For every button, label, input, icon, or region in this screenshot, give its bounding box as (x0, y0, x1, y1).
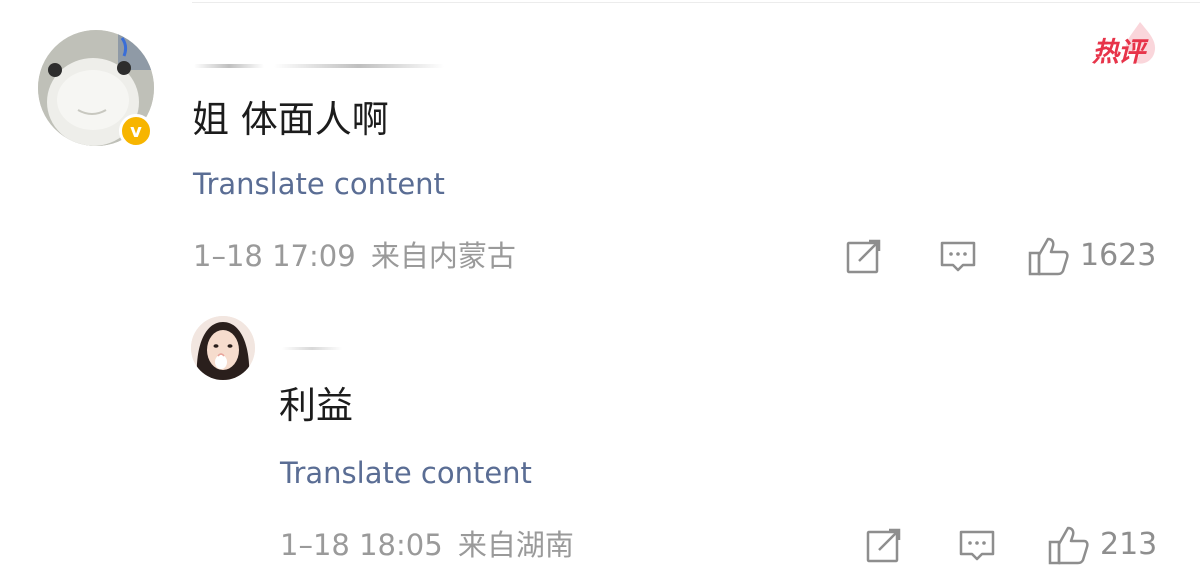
reply-avatar[interactable] (191, 316, 255, 380)
share-icon (866, 528, 901, 563)
comment-actions: 1623 (0, 233, 1200, 279)
comment-icon (940, 241, 976, 272)
username-blurred[interactable] (194, 58, 444, 72)
reply-text: 利益 (279, 384, 353, 427)
like-count: 1623 (1080, 238, 1157, 273)
hot-label: 热评 (1092, 37, 1145, 68)
share-button[interactable] (845, 233, 883, 279)
reply-share-button[interactable] (865, 522, 903, 568)
reply-username-blurred[interactable] (282, 344, 342, 354)
translate-content-link[interactable]: Translate content (193, 164, 445, 204)
like-button[interactable]: 1623 (1028, 233, 1156, 279)
reply-like-button[interactable]: 213 (1048, 522, 1157, 568)
thumbs-up-icon (1028, 237, 1069, 276)
reply-button[interactable] (939, 233, 977, 279)
hot-comment-badge: 热评 (1092, 20, 1162, 72)
reply-avatar-image (191, 316, 255, 380)
thumbs-up-icon (1048, 526, 1089, 565)
reply-like-count: 213 (1100, 527, 1158, 562)
top-divider (192, 2, 1200, 3)
reply-reply-button[interactable] (958, 522, 996, 568)
comment-text: 姐 体面人啊 (192, 98, 389, 141)
reply-actions: 213 (0, 522, 1200, 568)
verified-badge-icon: v (119, 114, 153, 148)
reply-translate-content-link[interactable]: Translate content (280, 453, 532, 493)
share-icon (846, 239, 881, 274)
comment-icon (959, 530, 995, 561)
